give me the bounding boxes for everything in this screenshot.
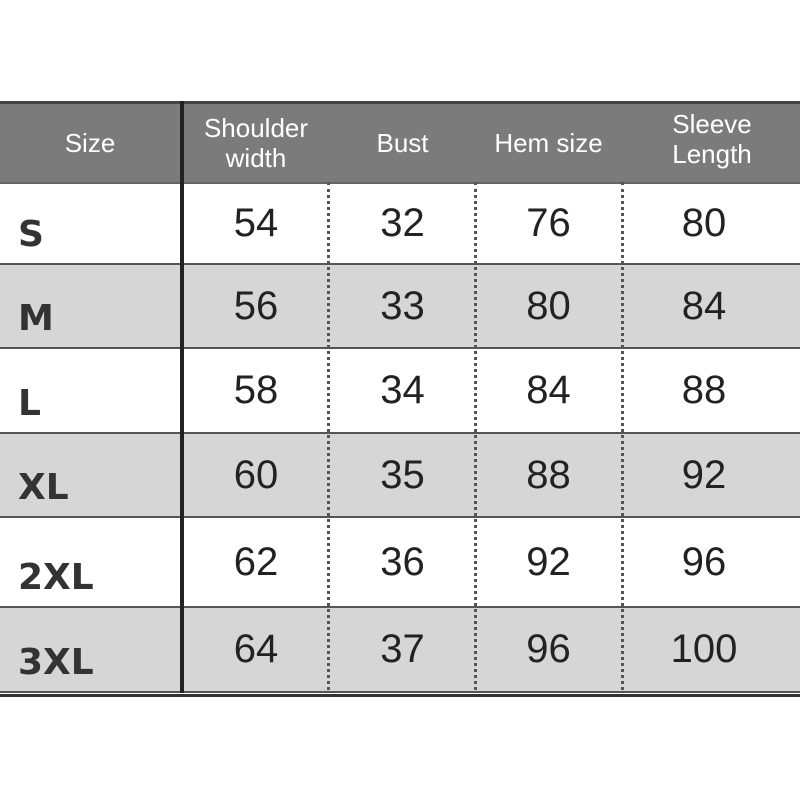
value-cell: 54 — [233, 201, 279, 245]
value-cell: 33 — [380, 283, 425, 328]
value-cell: 96 — [681, 539, 727, 584]
header-shoulder-width-text: Shoulder width — [203, 113, 309, 173]
table-row: 2XL 62 36 92 96 — [0, 518, 800, 608]
header-bust: Bust — [376, 128, 429, 158]
table-row: M 56 33 80 84 — [0, 265, 800, 349]
value-cell: 35 — [380, 452, 425, 497]
table-row: 3XL 64 37 96 100 — [0, 608, 800, 693]
value-cell: 58 — [233, 368, 279, 412]
value-cell: 36 — [380, 539, 425, 584]
column-divider — [180, 101, 184, 693]
table-row: XL 60 35 88 92 — [0, 434, 800, 518]
table-row: L 58 34 84 88 — [0, 349, 800, 434]
value-cell: 64 — [233, 627, 279, 671]
size-cell: S — [18, 214, 44, 255]
size-cell: L — [18, 383, 41, 424]
value-cell: 62 — [233, 539, 279, 584]
dotted-divider — [327, 182, 330, 690]
header-sleeve-length: Sleeve Length — [624, 104, 800, 182]
dotted-divider — [474, 182, 477, 690]
value-cell: 60 — [233, 452, 279, 497]
value-cell: 100 — [670, 627, 738, 671]
header-shoulder-width: Shoulder width — [184, 104, 328, 182]
value-cell: 80 — [681, 201, 727, 245]
header-size: Size — [64, 128, 116, 158]
header-row: Size Shoulder width Bust Hem size Sleeve… — [0, 104, 800, 184]
value-cell: 34 — [380, 368, 425, 412]
value-cell: 76 — [526, 201, 571, 245]
size-cell: 2XL — [18, 557, 94, 598]
size-chart-table: Size Shoulder width Bust Hem size Sleeve… — [0, 101, 800, 697]
value-cell: 84 — [526, 368, 571, 412]
dotted-divider — [621, 182, 624, 690]
value-cell: 56 — [233, 283, 279, 328]
value-cell: 96 — [526, 627, 571, 671]
value-cell: 92 — [681, 452, 727, 497]
header-sleeve-length-text: Sleeve Length — [672, 109, 752, 169]
value-cell: 92 — [526, 539, 571, 584]
size-cell: M — [18, 298, 54, 339]
table-row: S 54 32 76 80 — [0, 184, 800, 265]
value-cell: 88 — [526, 452, 571, 497]
value-cell: 37 — [380, 627, 425, 671]
size-cell: XL — [18, 467, 69, 508]
value-cell: 80 — [526, 283, 571, 328]
header-hem-size: Hem size — [494, 128, 603, 158]
size-cell: 3XL — [18, 642, 94, 683]
value-cell: 88 — [681, 368, 727, 412]
value-cell: 84 — [681, 283, 727, 328]
value-cell: 32 — [380, 201, 425, 245]
